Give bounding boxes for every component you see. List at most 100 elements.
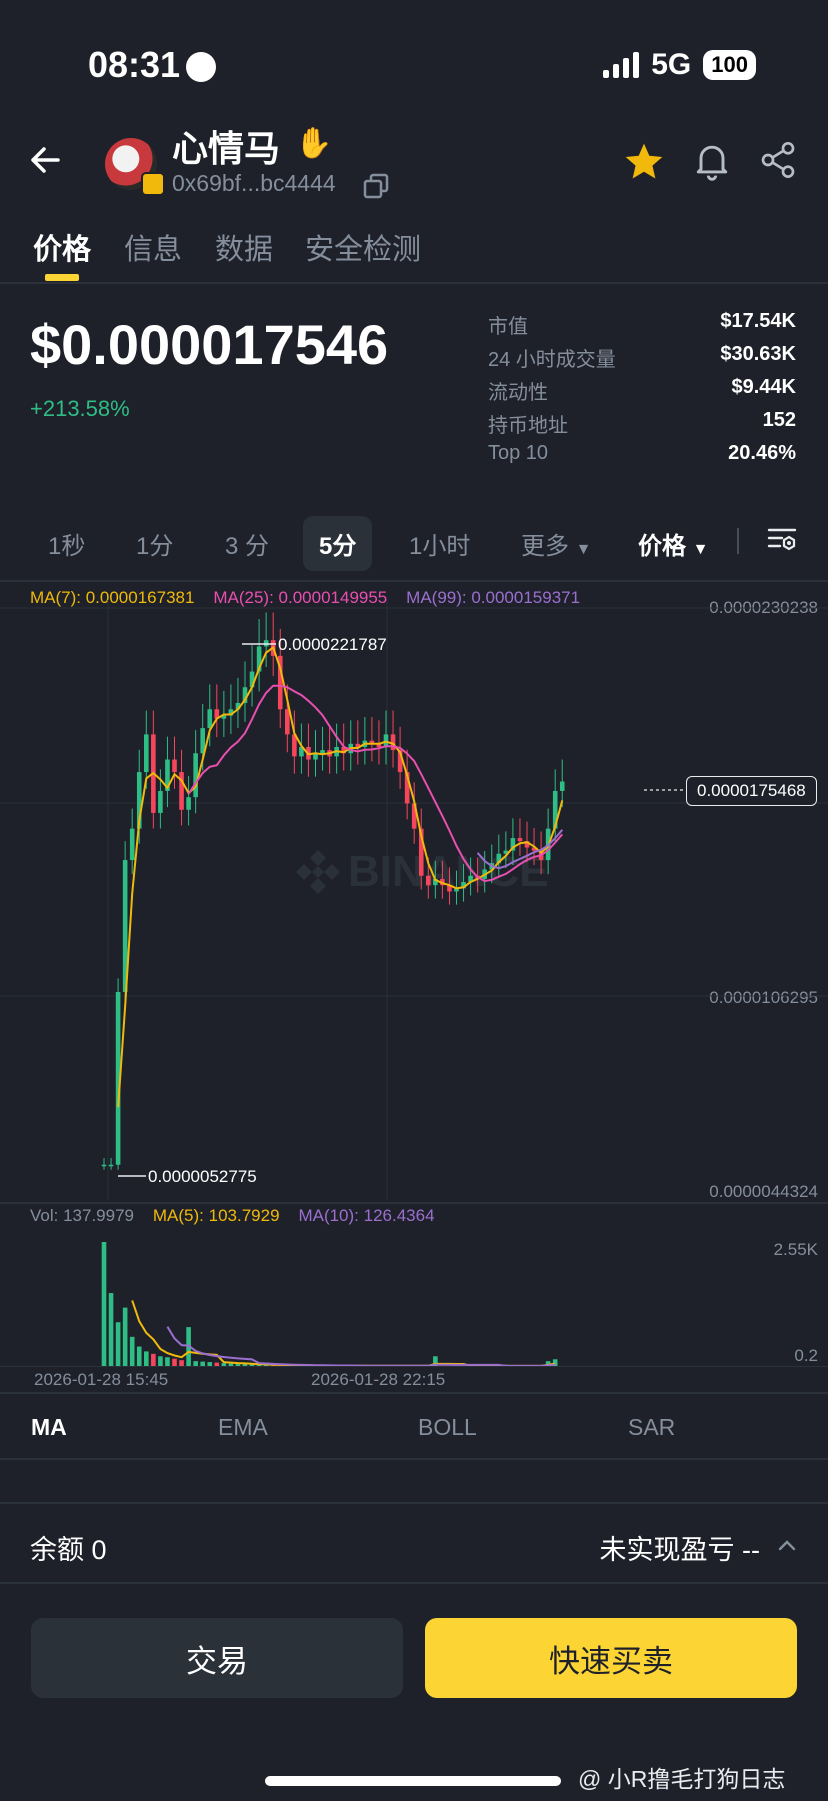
indicator-boll[interactable]: BOLL <box>418 1414 477 1441</box>
candle <box>207 709 213 729</box>
interval-more[interactable]: 更多 ▼ <box>521 526 592 561</box>
quick-trade-button[interactable]: 快速买卖 <box>425 1618 797 1698</box>
time-label-start: 2026-01-28 15:45 <box>34 1370 169 1389</box>
status-indicators: 5G 100 <box>603 48 756 82</box>
candlestick-chart[interactable]: BINANCE 0.0000221787 0.0000052775 <box>0 600 828 1200</box>
candle <box>193 753 198 798</box>
vol-ma5: MA(5): 103.7929 <box>152 1206 280 1225</box>
trade-button[interactable]: 交易 <box>31 1618 403 1698</box>
price-change: +213.58% <box>30 396 130 421</box>
indicator-ma[interactable]: MA <box>31 1414 67 1441</box>
home-indicator <box>265 1776 561 1786</box>
stat-label: 市值 <box>488 316 528 338</box>
stat-value: $30.63K <box>720 343 796 365</box>
candle <box>158 790 163 813</box>
volume-bar <box>158 1356 163 1366</box>
tabs-divider <box>0 282 828 284</box>
volume-ma-lines <box>131 1300 556 1367</box>
favorite-star-icon[interactable] <box>622 140 666 184</box>
candle <box>285 709 290 735</box>
indicator-sar[interactable]: SAR <box>628 1414 675 1441</box>
volume-legend: Vol: 137.9979 MA(5): 103.7929 MA(10): 12… <box>30 1206 435 1226</box>
current-price-tag: 0.0000175468 <box>686 776 817 806</box>
tab-price[interactable]: 价格 <box>33 226 91 268</box>
stat-row: 24 小时成交量 $30.63K <box>488 343 796 376</box>
tab-data[interactable]: 数据 <box>215 226 273 268</box>
stat-row: 持币地址 152 <box>488 409 796 442</box>
chart-top-divider <box>0 580 828 582</box>
binance-logo-icon <box>296 850 340 894</box>
volume-bar <box>144 1351 149 1366</box>
volume-bar <box>108 1293 114 1366</box>
signal-icon <box>603 52 640 78</box>
volume-bar <box>115 1322 121 1366</box>
stat-label: 持币地址 <box>488 415 568 437</box>
unrealized-pnl[interactable]: 未实现盈亏 -- <box>600 1528 760 1567</box>
contract-address[interactable]: 0x69bf...bc4444 <box>172 170 336 197</box>
interval-divider <box>737 528 739 554</box>
status-time: 08:31 <box>88 44 181 85</box>
caret-down-icon: ▼ <box>692 541 709 558</box>
tab-security[interactable]: 安全检测 <box>305 226 421 268</box>
battery-icon: 100 <box>703 50 756 80</box>
low-marker-label: 0.0000052775 <box>148 1167 257 1186</box>
back-arrow-icon[interactable] <box>28 142 64 178</box>
copy-icon[interactable] <box>362 172 390 200</box>
token-name: 心情马 <box>172 128 281 169</box>
chevron-up-icon[interactable] <box>776 1534 798 1556</box>
verified-hand-icon: ✋ <box>295 127 333 160</box>
stat-row: Top 10 20.46% <box>488 442 796 475</box>
candle <box>320 750 325 754</box>
interval-3m[interactable]: 3 分 <box>225 526 269 561</box>
indicator-ema[interactable]: EMA <box>218 1414 268 1441</box>
candle <box>186 797 191 810</box>
stat-label: 流动性 <box>488 382 548 404</box>
interval-1h[interactable]: 1小时 <box>409 526 470 561</box>
vol-ma10-line <box>166 1326 556 1367</box>
indicator-bottom-divider <box>0 1458 828 1460</box>
candle <box>390 734 396 751</box>
network-label: 5G <box>651 48 692 81</box>
volume-bars <box>101 1242 558 1367</box>
candle <box>108 1164 114 1167</box>
stat-value: $17.54K <box>720 310 796 332</box>
time-label-mid: 2026-01-28 22:15 <box>311 1370 446 1389</box>
volume-bar <box>136 1346 142 1366</box>
candle <box>517 838 523 842</box>
bell-icon[interactable] <box>690 138 734 182</box>
volume-bar <box>165 1357 170 1366</box>
watermark-text: @ 小R撸毛打狗日志 <box>578 1766 786 1792</box>
chart-type-select[interactable]: 价格 ▼ <box>638 526 709 561</box>
candle <box>144 734 149 773</box>
status-emoji-icon <box>186 52 216 82</box>
balance-divider <box>0 1582 828 1584</box>
interval-5m[interactable]: 5分 <box>303 516 373 571</box>
volume-bar <box>101 1242 107 1366</box>
tab-info[interactable]: 信息 <box>124 226 182 268</box>
market-stats: 市值 $17.54K 24 小时成交量 $30.63K 流动性 $9.44K 持币地址… <box>488 310 796 475</box>
vol-ma5-line <box>131 1300 556 1367</box>
chain-badge-icon <box>141 172 165 196</box>
interval-selector: 1秒 1分 3 分 5分 1小时 更多 ▼ 价格 ▼ <box>0 516 828 576</box>
volume-bar <box>129 1336 135 1366</box>
volume-chart[interactable] <box>0 1230 828 1368</box>
stat-row: 流动性 $9.44K <box>488 376 796 409</box>
balance-label: 余额 0 <box>30 1535 107 1565</box>
volume-bar <box>151 1353 156 1366</box>
position-top-divider <box>0 1502 828 1504</box>
interval-1s[interactable]: 1秒 <box>48 526 85 561</box>
stat-value: $9.44K <box>731 376 797 398</box>
time-axis-line <box>0 1366 828 1367</box>
candle <box>101 1164 107 1167</box>
candle <box>172 759 177 773</box>
stat-label: 24 小时成交量 <box>488 349 616 371</box>
share-icon[interactable] <box>758 140 798 180</box>
interval-1m[interactable]: 1分 <box>136 526 173 561</box>
vol-ma10: MA(10): 126.4364 <box>298 1206 435 1225</box>
chart-settings-icon[interactable] <box>766 524 798 556</box>
stat-label: Top 10 <box>488 442 549 464</box>
chart-type-label: 价格 <box>638 533 686 560</box>
stat-value: 152 <box>762 409 796 431</box>
vol-value: Vol: 137.9979 <box>30 1206 134 1225</box>
stat-row: 市值 $17.54K <box>488 310 796 343</box>
